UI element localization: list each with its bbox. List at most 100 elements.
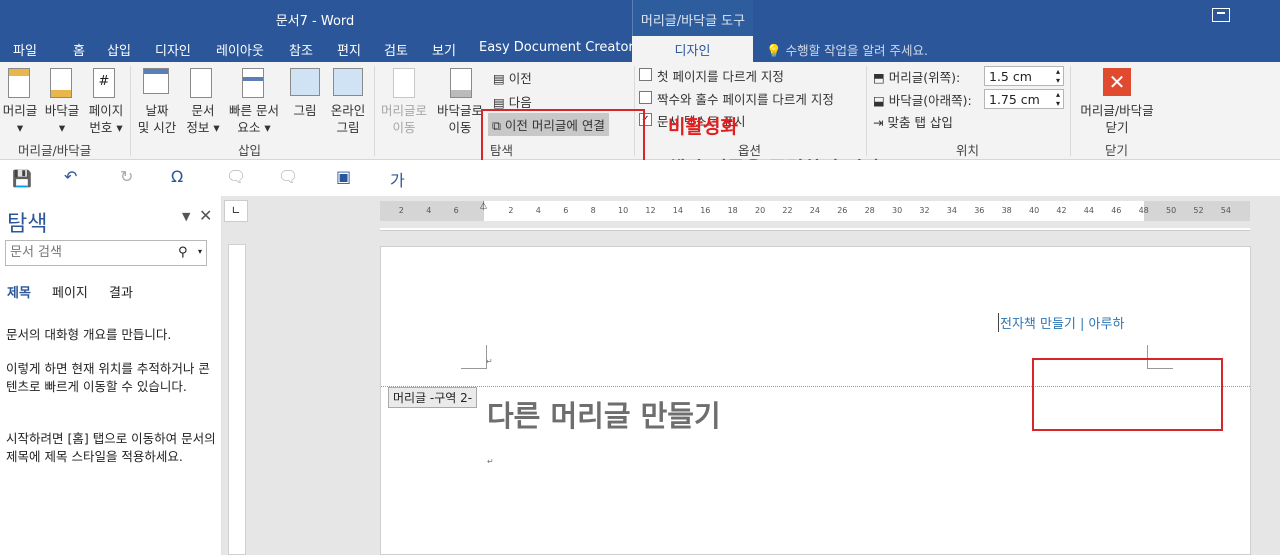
tab-review[interactable]: 검토	[384, 40, 408, 59]
document-heading[interactable]: 다른 머리글 만들기	[487, 393, 721, 435]
footer-icon	[50, 68, 72, 98]
new-comment-icon[interactable]: 🗨	[226, 167, 246, 186]
highlight-box-link-previous	[481, 109, 645, 165]
tab-insert[interactable]: 삽입	[107, 40, 131, 59]
hanja-icon[interactable]: 가	[390, 167, 405, 191]
page-number-button[interactable]: 페이지 번호 ▾	[84, 102, 128, 136]
tab-selector-icon[interactable]: ∟	[224, 200, 248, 222]
picture-icon	[290, 68, 320, 96]
odd-even-checkbox[interactable]	[639, 91, 652, 104]
symbol-omega-icon[interactable]: Ω	[171, 167, 183, 186]
insert-alignment-tab-button[interactable]: ⇥ 맞춤 탭 삽입	[873, 112, 953, 131]
ruler-label: 26	[837, 206, 848, 215]
page-number-icon: #	[93, 68, 115, 98]
tab-design-main[interactable]: 디자인	[155, 40, 191, 59]
ruler-label: 42	[1056, 206, 1067, 215]
undo-icon[interactable]: ↶	[64, 167, 77, 186]
tab-file[interactable]: 파일	[13, 40, 37, 59]
goto-footer-button[interactable]: 바닥글로 이동	[432, 102, 488, 136]
ruler-label: 8	[590, 206, 596, 215]
header-top-spinner[interactable]: 1.5 cm ▴ ▾	[984, 66, 1064, 86]
redo-icon[interactable]: ↻	[120, 167, 133, 186]
online-picture-button[interactable]: 온라인 그림	[326, 102, 370, 136]
goto-footer-icon	[450, 68, 472, 98]
tab-easy-document-creator[interactable]: Easy Document Creator	[479, 40, 634, 55]
ruler-label: 16	[700, 206, 711, 215]
tab-references[interactable]: 참조	[289, 40, 313, 59]
online-picture-icon	[333, 68, 363, 96]
next-icon: ▤	[493, 95, 505, 110]
search-dropdown-icon[interactable]: ▾	[198, 247, 202, 256]
crop-mark-top-left	[461, 345, 487, 369]
ruler-label: 2	[398, 206, 404, 215]
save-icon[interactable]: 💾	[12, 169, 32, 188]
ruler-label: 46	[1111, 206, 1122, 215]
goto-header-icon	[393, 68, 415, 98]
tab-layout[interactable]: 레이아웃	[216, 40, 264, 59]
ruler-label: 4	[426, 206, 432, 215]
ruler-label: 30	[892, 206, 903, 215]
tab-view[interactable]: 보기	[432, 40, 456, 59]
header-button[interactable]: 머리글 ▾	[0, 102, 40, 136]
ribbon-display-options-icon[interactable]	[1212, 8, 1230, 22]
group-separator	[1070, 66, 1071, 156]
quick-access-toolbar: 💾 ↶ ↻ Ω 🗨 🗨 ▣ 가	[0, 160, 1280, 196]
ruler-label: 4	[535, 206, 541, 215]
footer-button[interactable]: 바닥글 ▾	[40, 102, 84, 136]
ruler-label: 48	[1138, 206, 1149, 215]
group-separator	[130, 66, 131, 156]
picture-button[interactable]: 그림	[287, 102, 323, 119]
highlight-box-header-area	[1032, 358, 1223, 431]
nav-tab-results[interactable]: 결과	[109, 282, 133, 301]
title-bar: 문서7 - Word 머리글/바닥글 도구	[0, 0, 1280, 36]
tell-me-text: 수행할 작업을 알려 주세요.	[785, 43, 928, 58]
ruler-label: 6	[453, 206, 459, 215]
close-icon: ✕	[1103, 68, 1131, 96]
ruler-label: 44	[1083, 206, 1094, 215]
nav-tab-pages[interactable]: 페이지	[52, 282, 88, 301]
paragraph-mark: ↵	[487, 457, 494, 466]
vertical-ruler[interactable]	[228, 244, 246, 555]
tab-mailings[interactable]: 편지	[337, 40, 361, 59]
date-time-button[interactable]: 날짜 및 시간	[134, 102, 180, 136]
close-header-footer-button[interactable]: 머리글/바닥글 닫기	[1072, 102, 1162, 136]
nav-search-input[interactable]	[6, 241, 166, 263]
header-text[interactable]: 전자책 만들기 | 아루하	[998, 313, 1124, 332]
footer-bottom-spinner[interactable]: 1.75 cm ▴ ▾	[984, 89, 1064, 109]
screen-icon[interactable]: ▣	[336, 167, 351, 186]
delete-comment-icon[interactable]: 🗨	[278, 167, 298, 186]
tab-home[interactable]: 홈	[73, 40, 85, 59]
nav-help-text-3: 시작하려면 [홈] 탭으로 이동하여 문서의 제목에 제목 스타일을 적용하세요…	[6, 431, 216, 464]
quick-parts-icon	[242, 68, 264, 98]
ruler-labels: 6 4 2 2 4 6 8 10 12 14 16 18 20 22 24 26 28 30 32 34 36 38 40 4…	[380, 206, 1250, 218]
alignment-tab-icon: ⇥	[873, 115, 884, 130]
previous-button[interactable]: ▤ 이전	[493, 68, 532, 87]
tell-me-box[interactable]: 💡 수행할 작업을 알려 주세요.	[766, 40, 928, 59]
ruler-label: 22	[782, 206, 793, 215]
goto-header-button[interactable]: 머리글로 이동	[376, 102, 432, 136]
search-icon[interactable]: ⚲	[178, 245, 188, 260]
nav-search-box[interactable]: ⚲ ▾	[5, 240, 207, 266]
group-label-close: 닫기	[1105, 143, 1129, 158]
document-info-button[interactable]: 문서 정보 ▾	[180, 102, 226, 136]
nav-pane-options-icon[interactable]: ▼	[182, 210, 190, 223]
ruler-label: 2	[508, 206, 514, 215]
first-page-checkbox[interactable]	[639, 68, 652, 81]
ruler-label: 10	[618, 206, 629, 215]
footer-bottom-label: ⬓ 바닥글(아래쪽):	[873, 93, 972, 108]
quick-parts-button[interactable]: 빠른 문서 요소 ▾	[222, 102, 286, 136]
first-page-label: 첫 페이지를 다르게 지정	[657, 69, 784, 84]
window-title: 문서7 - Word	[275, 14, 355, 29]
footer-position-icon: ⬓	[873, 93, 885, 108]
ruler-label: 14	[672, 206, 683, 215]
ruler-label: 20	[755, 206, 766, 215]
document-info-icon	[190, 68, 212, 98]
ruler-label: 32	[919, 206, 930, 215]
nav-pane-close-icon[interactable]: ✕	[199, 206, 212, 225]
context-tab-group-title: 머리글/바닥글 도구	[632, 0, 753, 36]
tab-design-active[interactable]: 디자인	[632, 36, 753, 62]
nav-tab-headings[interactable]: 제목	[7, 282, 31, 301]
left-indent-marker-icon[interactable]: ⏃	[479, 199, 488, 212]
nav-help-text-1: 문서의 대화형 개요를 만듭니다.	[6, 327, 172, 342]
group-label-position: 위치	[956, 143, 980, 158]
